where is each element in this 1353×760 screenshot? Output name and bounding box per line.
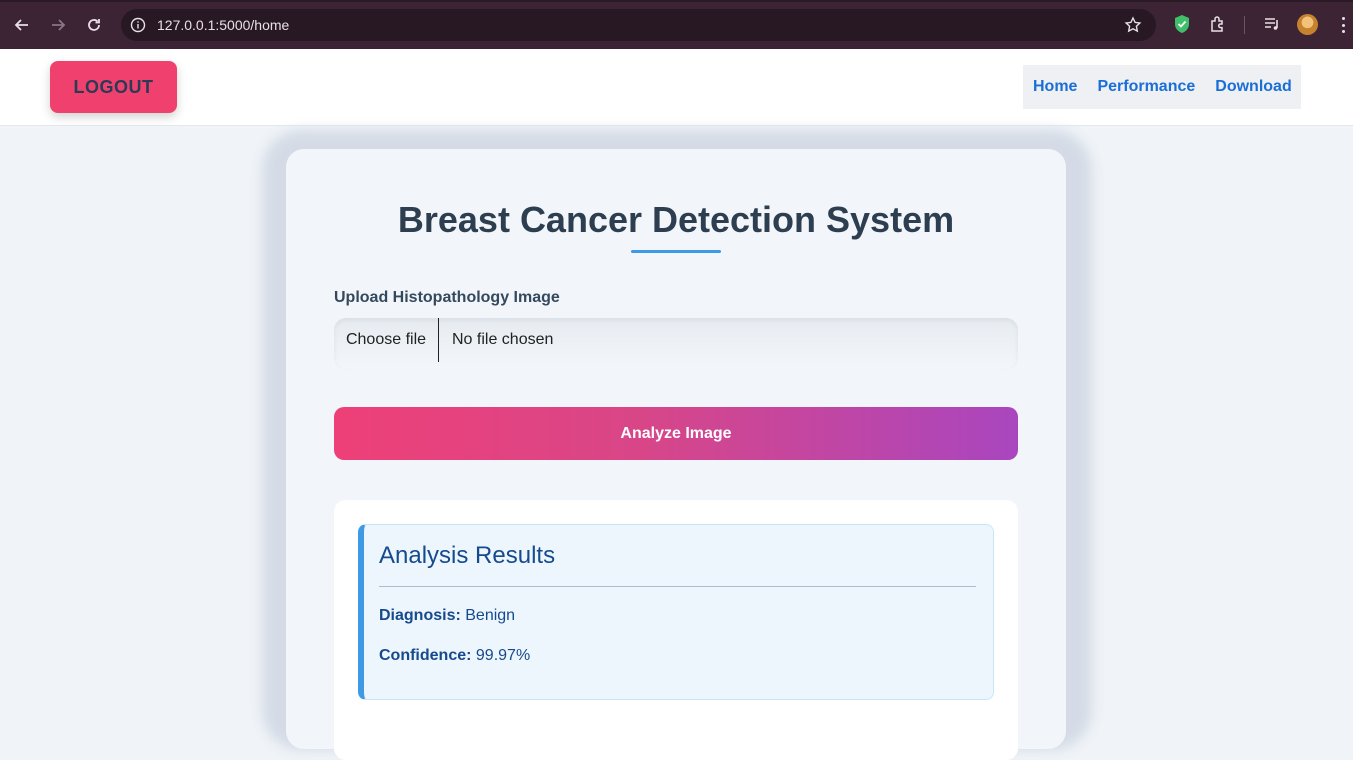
analyze-image-button[interactable]: Analyze Image bbox=[334, 407, 1018, 460]
bookmark-star-icon[interactable] bbox=[1124, 16, 1142, 34]
choose-file-button[interactable]: Choose file bbox=[334, 318, 439, 362]
tab-strip-edge bbox=[0, 0, 1353, 2]
browser-menu-icon[interactable] bbox=[1337, 15, 1349, 35]
reading-list-icon[interactable] bbox=[1262, 14, 1282, 34]
back-arrow-icon[interactable] bbox=[10, 13, 34, 37]
confidence-row: Confidence: 99.97% bbox=[379, 647, 530, 665]
url-text[interactable]: 127.0.0.1:5000/home bbox=[157, 17, 289, 33]
site-info-icon[interactable] bbox=[130, 17, 146, 33]
file-status-text: No file chosen bbox=[452, 331, 554, 348]
confidence-value: 99.97% bbox=[475, 647, 531, 664]
results-divider bbox=[379, 586, 976, 587]
analysis-results-box: Analysis Results Diagnosis: Benign Confi… bbox=[358, 524, 994, 700]
nav-link-home[interactable]: Home bbox=[1033, 78, 1077, 96]
extensions-puzzle-icon[interactable] bbox=[1208, 14, 1228, 34]
browser-toolbar: 127.0.0.1:5000/home bbox=[0, 0, 1353, 49]
toolbar-divider bbox=[1244, 16, 1245, 34]
confidence-label: Confidence: bbox=[379, 647, 472, 664]
page-title: Breast Cancer Detection System bbox=[397, 199, 955, 240]
profile-avatar[interactable] bbox=[1297, 14, 1318, 35]
file-input[interactable]: Choose file No file chosen bbox=[334, 318, 1018, 370]
diagnosis-row: Diagnosis: Benign bbox=[379, 607, 515, 625]
nav-link-download[interactable]: Download bbox=[1215, 78, 1291, 96]
diagnosis-label: Diagnosis: bbox=[379, 607, 461, 624]
address-bar[interactable]: 127.0.0.1:5000/home bbox=[121, 9, 1156, 41]
detection-card: Breast Cancer Detection System Upload Hi… bbox=[286, 149, 1066, 760]
top-navigation: Home Performance Download bbox=[1023, 65, 1301, 109]
forward-arrow-icon[interactable] bbox=[46, 13, 70, 37]
title-underline bbox=[631, 250, 721, 253]
reload-icon[interactable] bbox=[82, 13, 106, 37]
upload-label: Upload Histopathology Image bbox=[334, 289, 560, 306]
nav-link-performance[interactable]: Performance bbox=[1097, 78, 1195, 96]
results-heading: Analysis Results bbox=[379, 542, 556, 569]
shield-extension-icon[interactable] bbox=[1172, 14, 1192, 34]
logout-button[interactable]: LOGOUT bbox=[50, 61, 177, 113]
diagnosis-value: Benign bbox=[465, 607, 516, 624]
site-header: LOGOUT Home Performance Download bbox=[0, 49, 1353, 126]
results-panel: Analysis Results Diagnosis: Benign Confi… bbox=[334, 500, 1018, 760]
